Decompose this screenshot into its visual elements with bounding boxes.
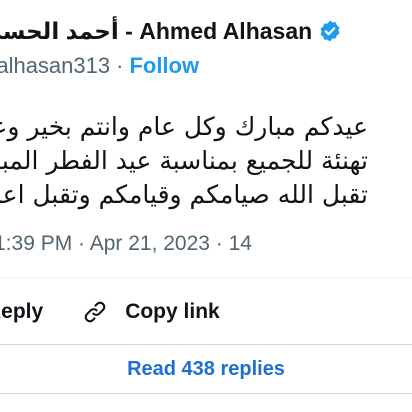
reply-button[interactable]: Reply bbox=[0, 300, 43, 324]
author-row: أحمد الحسن - Ahmed Alhasan bbox=[0, 14, 342, 48]
link-icon bbox=[84, 301, 106, 323]
verified-badge-icon bbox=[318, 19, 342, 43]
tweet-timestamp[interactable]: 1:39 PM · Apr 21, 2023 · 14 bbox=[0, 232, 252, 256]
tweet-text: عيدكم مبارك وكل عام وانتم بخير وعافية ته… bbox=[0, 110, 368, 212]
handle-row: @alhasan313 · Follow bbox=[0, 50, 199, 82]
author-handle[interactable]: @alhasan313 bbox=[0, 53, 110, 79]
author-display-name[interactable]: أحمد الحسن - Ahmed Alhasan bbox=[0, 18, 312, 45]
follow-button[interactable]: Follow bbox=[129, 53, 199, 79]
read-replies-button[interactable]: Read 438 replies bbox=[0, 344, 412, 394]
tweet-line-1: عيدكم مبارك وكل عام وانتم بخير وعافية bbox=[0, 112, 368, 141]
tweet-line-2: تهنئة للجميع بمناسبة عيد الفطر المبارك bbox=[0, 146, 368, 175]
tweet-line-3: تقبل الله صيامكم وقيامكم وتقبل اعمالكم ب… bbox=[0, 180, 368, 209]
tweet-card: أحمد الحسن - Ahmed Alhasan @alhasan313 ·… bbox=[0, 0, 412, 412]
action-bar: Reply Copy link bbox=[0, 294, 220, 330]
copy-link-label: Copy link bbox=[125, 300, 220, 323]
separator-dot: · bbox=[116, 53, 124, 78]
divider-top bbox=[0, 277, 412, 278]
copy-link-button[interactable]: Copy link bbox=[81, 298, 220, 326]
